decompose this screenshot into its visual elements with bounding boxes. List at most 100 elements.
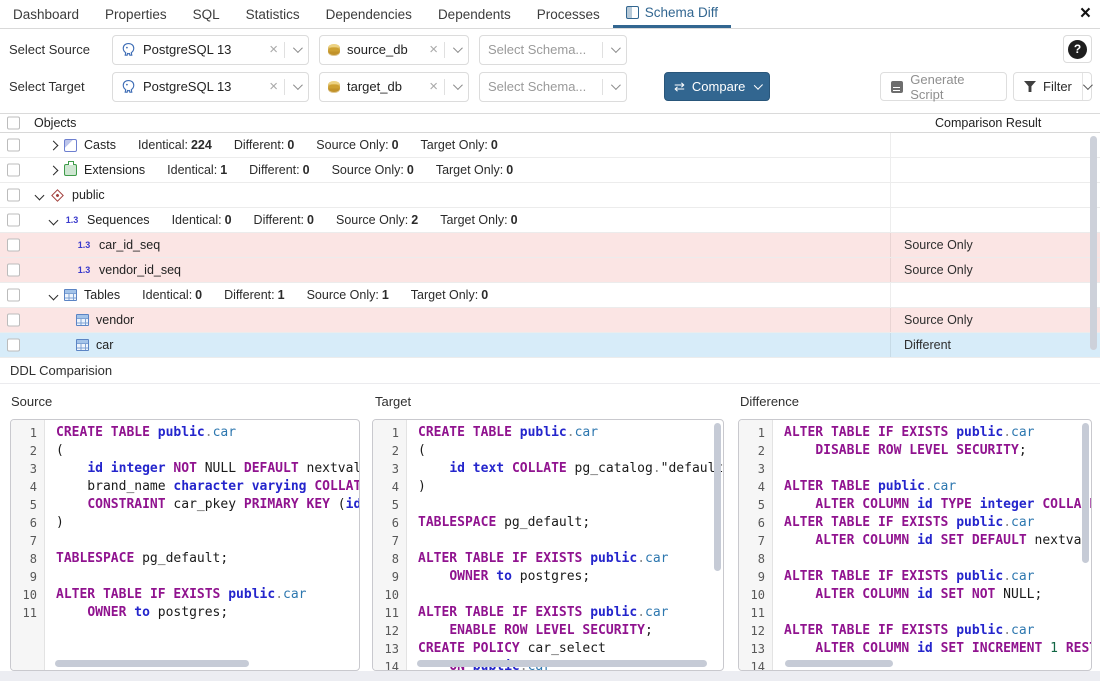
difference-vertical-scrollbar[interactable] bbox=[1082, 423, 1089, 563]
chevron-right-icon[interactable] bbox=[49, 140, 59, 150]
clear-icon[interactable]: × bbox=[269, 41, 278, 58]
table-row[interactable]: TablesIdentical:0Different:1Source Only:… bbox=[0, 283, 1100, 308]
tab-properties[interactable]: Properties bbox=[92, 0, 180, 28]
code-line: ALTER COLUMN id SET DEFAULT nextval(' bbox=[784, 532, 1091, 550]
chevron-down-icon[interactable] bbox=[611, 43, 621, 53]
code-line: ALTER COLUMN id SET INCREMENT 1 RESTA bbox=[784, 640, 1091, 658]
table-row[interactable]: 1.3car_id_seqSource Only bbox=[0, 233, 1100, 258]
tab-dependents[interactable]: Dependents bbox=[425, 0, 524, 28]
schema-diff-panel: Dashboard Properties SQL Statistics Depe… bbox=[0, 0, 1100, 681]
grid-vertical-scrollbar[interactable] bbox=[1090, 136, 1097, 350]
line-number: 8 bbox=[373, 550, 406, 568]
table-row[interactable]: carDifferent bbox=[0, 333, 1100, 358]
line-number: 6 bbox=[373, 514, 406, 532]
chevron-down-icon bbox=[1083, 80, 1093, 90]
grid-rows: CastsIdentical:224Different:0Source Only… bbox=[0, 133, 1100, 358]
chevron-down-icon[interactable] bbox=[49, 290, 59, 300]
table-icon bbox=[64, 289, 77, 301]
code-line: ALTER TABLE IF EXISTS public.car bbox=[418, 604, 723, 622]
source-schema-select[interactable]: Select Schema... bbox=[479, 35, 627, 65]
table-row[interactable]: public bbox=[0, 183, 1100, 208]
chevron-down-icon[interactable] bbox=[754, 81, 763, 90]
select-all-checkbox[interactable] bbox=[7, 117, 20, 130]
close-icon[interactable]: × bbox=[1080, 3, 1091, 25]
difference-ddl-editor[interactable]: 1234567891011121314 ALTER TABLE IF EXIST… bbox=[738, 419, 1092, 671]
table-row[interactable]: vendorSource Only bbox=[0, 308, 1100, 333]
script-icon bbox=[891, 81, 903, 93]
tab-schema-diff-label: Schema Diff bbox=[645, 5, 718, 20]
divider bbox=[284, 42, 285, 58]
help-button[interactable]: ? bbox=[1063, 35, 1092, 63]
chevron-down-icon[interactable] bbox=[453, 43, 463, 53]
stat: Different:0 bbox=[254, 213, 314, 227]
tab-schema-diff[interactable]: Schema Diff bbox=[613, 0, 731, 28]
source-database-select[interactable]: source_db × bbox=[319, 35, 469, 65]
stat: Target Only:0 bbox=[421, 138, 498, 152]
sequence-icon: 1.3 bbox=[76, 265, 92, 275]
line-number: 13 bbox=[739, 640, 772, 658]
postgresql-icon bbox=[121, 42, 136, 57]
line-number: 1 bbox=[373, 424, 406, 442]
target-ddl-editor[interactable]: 1234567891011121314 CREATE TABLE public.… bbox=[372, 419, 724, 671]
select-target-label: Select Target bbox=[0, 79, 112, 94]
divider bbox=[284, 79, 285, 95]
clear-icon[interactable]: × bbox=[429, 78, 438, 95]
code-line: CONSTRAINT car_pkey PRIMARY KEY (id) bbox=[56, 496, 359, 514]
tab-dependencies[interactable]: Dependencies bbox=[313, 0, 425, 28]
tab-dashboard[interactable]: Dashboard bbox=[0, 0, 92, 28]
line-number: 3 bbox=[739, 460, 772, 478]
chevron-right-icon[interactable] bbox=[49, 165, 59, 175]
chevron-down-icon[interactable] bbox=[49, 215, 59, 225]
grid-header: Objects Comparison Result bbox=[0, 114, 1100, 133]
chevron-down-icon[interactable] bbox=[611, 80, 621, 90]
chevron-down-icon[interactable] bbox=[35, 190, 45, 200]
generate-script-button[interactable]: Generate Script bbox=[880, 72, 1007, 101]
source-ddl-editor[interactable]: 1234567891011 CREATE TABLE public.car( i… bbox=[10, 419, 360, 671]
schema-diff-icon bbox=[626, 6, 639, 19]
target-server-select[interactable]: PostgreSQL 13 × bbox=[112, 72, 309, 102]
compare-button[interactable]: ⇄ Compare bbox=[664, 72, 770, 101]
tab-statistics[interactable]: Statistics bbox=[233, 0, 313, 28]
filter-dropdown-button[interactable] bbox=[1082, 73, 1091, 100]
tab-bar: Dashboard Properties SQL Statistics Depe… bbox=[0, 0, 1100, 29]
filter-button[interactable]: Filter bbox=[1013, 72, 1092, 101]
target-horizontal-scrollbar[interactable] bbox=[417, 660, 707, 667]
tab-sql[interactable]: SQL bbox=[180, 0, 233, 28]
table-row[interactable]: ExtensionsIdentical:1Different:0Source O… bbox=[0, 158, 1100, 183]
tab-processes[interactable]: Processes bbox=[524, 0, 613, 28]
clear-icon[interactable]: × bbox=[269, 78, 278, 95]
table-icon bbox=[76, 339, 89, 351]
target-server-value: PostgreSQL 13 bbox=[143, 79, 265, 94]
chevron-down-icon[interactable] bbox=[293, 43, 303, 53]
row-label: vendor_id_seq bbox=[99, 263, 181, 277]
source-server-select[interactable]: PostgreSQL 13 × bbox=[112, 35, 309, 65]
sequence-icon: 1.3 bbox=[76, 240, 92, 250]
comparison-grid: Objects Comparison Result CastsIdentical… bbox=[0, 113, 1100, 357]
line-number: 11 bbox=[739, 604, 772, 622]
code-line: ALTER TABLE IF EXISTS public.car bbox=[56, 586, 359, 604]
clear-icon[interactable]: × bbox=[429, 41, 438, 58]
line-number: 12 bbox=[739, 622, 772, 640]
code-line: ALTER TABLE IF EXISTS public.car bbox=[784, 424, 1091, 442]
chevron-down-icon[interactable] bbox=[453, 80, 463, 90]
target-schema-select[interactable]: Select Schema... bbox=[479, 72, 627, 102]
bottom-scroll-area[interactable] bbox=[0, 671, 1100, 681]
line-number: 14 bbox=[373, 658, 406, 671]
comparison-result-column-header: Comparison Result bbox=[935, 116, 1041, 130]
line-number: 4 bbox=[373, 478, 406, 496]
source-horizontal-scrollbar[interactable] bbox=[55, 660, 249, 667]
table-row[interactable]: 1.3SequencesIdentical:0Different:0Source… bbox=[0, 208, 1100, 233]
table-row[interactable]: 1.3vendor_id_seqSource Only bbox=[0, 258, 1100, 283]
row-label: car_id_seq bbox=[99, 238, 160, 252]
source-code: CREATE TABLE public.car( id integer NOT … bbox=[46, 420, 359, 670]
line-number: 4 bbox=[739, 478, 772, 496]
code-line: ALTER TABLE public.car bbox=[784, 478, 1091, 496]
chevron-down-icon[interactable] bbox=[293, 80, 303, 90]
table-row[interactable]: CastsIdentical:224Different:0Source Only… bbox=[0, 133, 1100, 158]
difference-horizontal-scrollbar[interactable] bbox=[785, 660, 893, 667]
code-line bbox=[784, 604, 1091, 622]
code-line: ( bbox=[418, 442, 723, 460]
target-database-select[interactable]: target_db × bbox=[319, 72, 469, 102]
line-number: 11 bbox=[11, 604, 44, 622]
target-vertical-scrollbar[interactable] bbox=[714, 423, 721, 571]
